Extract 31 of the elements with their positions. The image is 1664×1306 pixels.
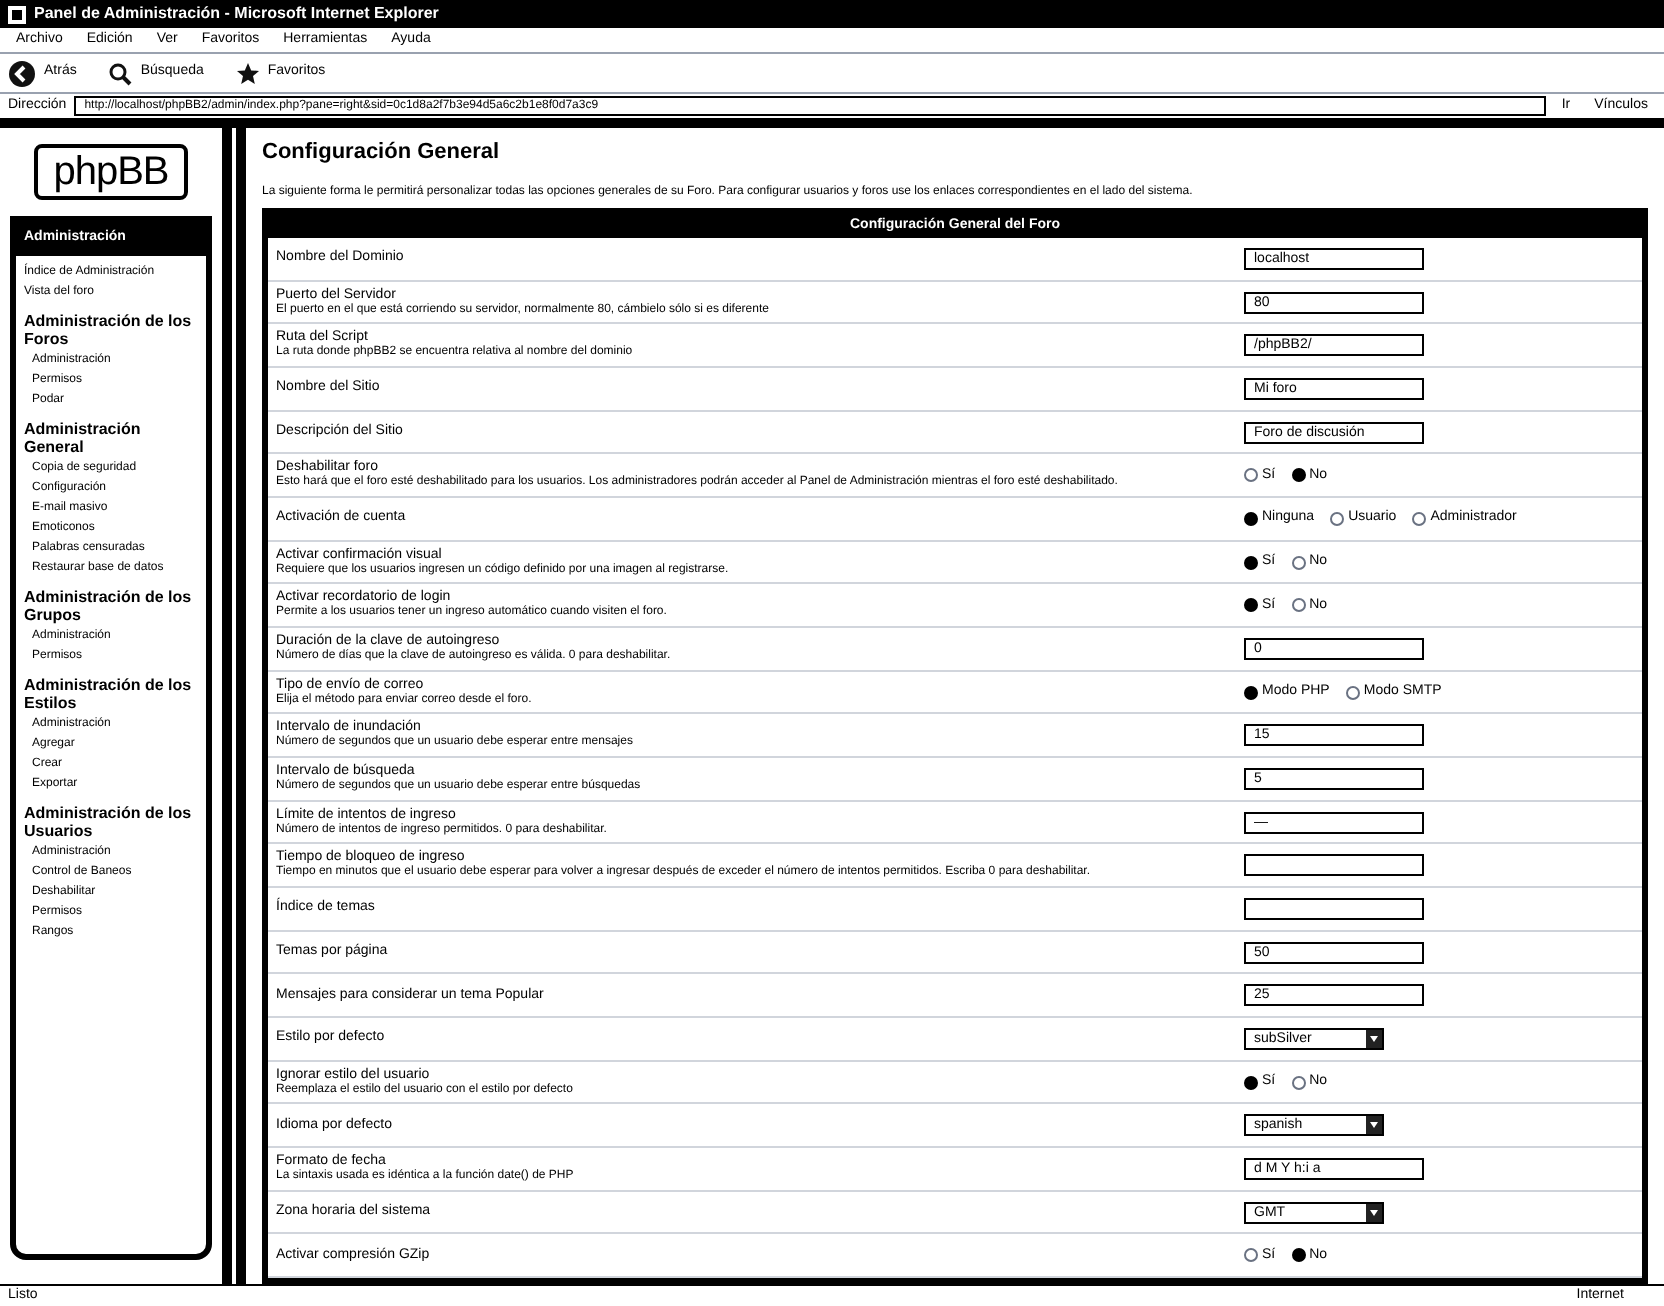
text-field[interactable] [1244, 854, 1424, 877]
radio-button[interactable] [1291, 1248, 1306, 1263]
caret-icon [1366, 1203, 1382, 1222]
section-title: Administración de los Foros [24, 311, 194, 347]
radio-button[interactable] [1244, 1248, 1258, 1263]
caret-icon [1366, 1029, 1382, 1048]
radio-button[interactable] [1291, 555, 1306, 570]
caret-icon [1366, 1116, 1382, 1135]
section-title: Administración de los Estilos [24, 675, 194, 711]
radio-button[interactable] [1291, 468, 1306, 483]
radio-button[interactable] [1330, 511, 1345, 526]
section-title: Administración de los Usuarios [24, 803, 194, 839]
browser-icon [8, 5, 26, 23]
star-icon [235, 61, 260, 85]
window-title: Panel de Administración - Microsoft Internet Explorer [34, 2, 439, 26]
radio-button[interactable] [1291, 1075, 1306, 1090]
page-title: Configuración General [262, 138, 502, 168]
radio-button[interactable] [1244, 1075, 1258, 1090]
radio-button[interactable] [1244, 555, 1258, 570]
radio-button[interactable] [1244, 685, 1258, 700]
text-field[interactable] [1244, 897, 1424, 920]
radio-button[interactable] [1244, 598, 1258, 613]
radio-button[interactable] [1244, 468, 1258, 483]
radio-button[interactable] [1345, 685, 1360, 700]
logo: phpBB [33, 144, 189, 200]
section-title: Administración General [24, 419, 143, 455]
radio-button[interactable] [1412, 511, 1427, 526]
section-title: Administración de los Grupos [24, 587, 194, 623]
radio-button[interactable] [1291, 598, 1306, 613]
radio-button[interactable] [1244, 511, 1258, 526]
search-icon [108, 61, 133, 85]
